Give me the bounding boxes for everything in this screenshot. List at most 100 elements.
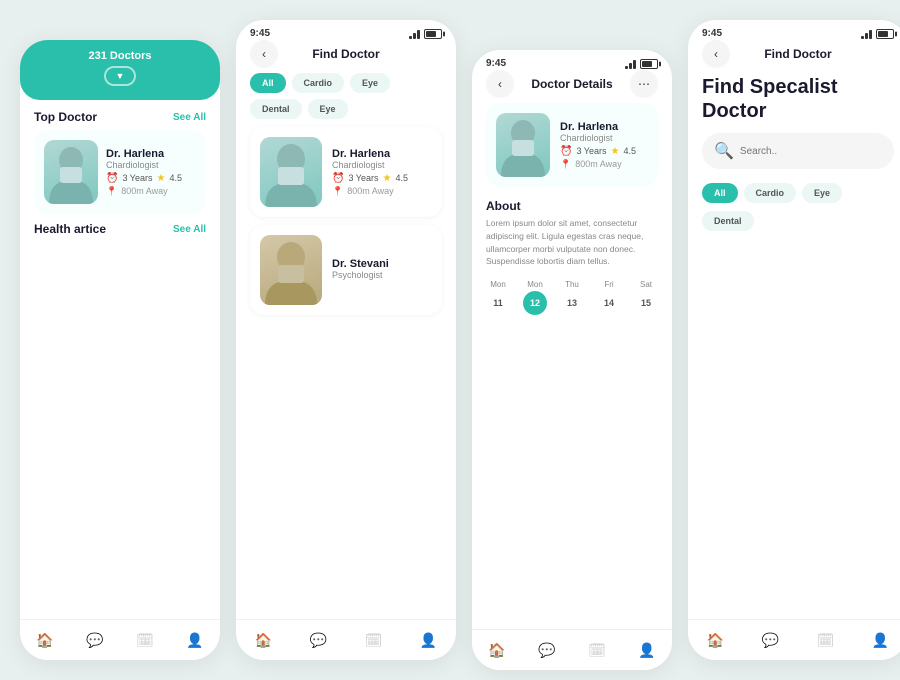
nav-chat-3[interactable]: 💬	[537, 640, 557, 660]
screen-find-specialist: 9:45 ‹ Find Doctor Find Specalist Doctor…	[688, 20, 900, 660]
location-icon-3: 📍	[560, 159, 571, 170]
search-bar-4[interactable]: 🔍	[702, 133, 894, 169]
search-input-4[interactable]	[740, 146, 882, 157]
nav-profile-4[interactable]: 👤	[871, 630, 891, 650]
nav-calendar-2[interactable]: 🗓	[364, 630, 384, 650]
status-icons-4	[861, 29, 894, 39]
doctor-meta-1: ⏰ 3 Years ★ 4.5	[106, 173, 182, 184]
doc-list-item-2[interactable]: Dr. Stevani Psychologist	[250, 225, 442, 315]
cal-day-label-thu13: Thu	[565, 280, 579, 289]
nav-home-2[interactable]: 🏠	[254, 630, 274, 650]
doctor-spec-1: Chardiologist	[106, 160, 182, 170]
cal-day-label-mon12: Mon	[527, 280, 543, 289]
chip-cardio-4[interactable]: Cardio	[744, 183, 797, 203]
nav-header-4: ‹ Find Doctor	[688, 43, 900, 69]
nav-home-4[interactable]: 🏠	[706, 630, 726, 650]
chip-all-4[interactable]: All	[702, 183, 738, 203]
back-button-2[interactable]: ‹	[250, 40, 278, 68]
cal-date-12: 12	[523, 291, 547, 315]
bottom-nav-3: 🏠 💬 🗓 👤	[472, 629, 672, 670]
doc-name-list-2: Dr. Stevani	[332, 258, 389, 270]
battery-icon-4	[876, 29, 894, 39]
back-button-4[interactable]: ‹	[702, 40, 730, 68]
top-doctor-header: Top Doctor See All	[20, 100, 220, 130]
about-section-3: About Lorem ipsum dolor sit amet, consec…	[472, 195, 672, 274]
doctor-spec-3: Chardiologist	[560, 133, 636, 143]
doc-list-item-1[interactable]: Dr. Harlena Chardiologist ⏰ 3 Years ★ 4.…	[250, 127, 442, 217]
doctor-avatar-1	[44, 140, 98, 204]
doctor-info-1: Dr. Harlena Chardiologist ⏰ 3 Years ★ 4.…	[106, 148, 182, 197]
nav-title-4: Find Doctor	[764, 47, 831, 61]
filter-chips-2: All Cardio Eye Dental Eye	[236, 69, 456, 123]
cal-day-thu13[interactable]: Thu 13	[560, 280, 584, 315]
about-text-3: Lorem ipsum dolor sit amet, consectetur …	[486, 217, 658, 268]
chip-all-2[interactable]: All	[250, 73, 286, 93]
nav-chat-4[interactable]: 💬	[761, 630, 781, 650]
status-icons-3	[625, 59, 658, 69]
cal-day-sat15[interactable]: Sat 15	[634, 280, 658, 315]
cal-date-13: 13	[560, 291, 584, 315]
chip-dental-2[interactable]: Dental	[250, 99, 302, 119]
chip-eye2-2[interactable]: Eye	[308, 99, 348, 119]
doctor-profile-3: Dr. Harlena Chardiologist ⏰ 3 Years ★ 4.…	[486, 103, 658, 187]
cal-day-mon12[interactable]: Mon 12	[523, 280, 547, 315]
doctor-location-1: 📍 800m Away	[106, 186, 182, 197]
doc-spec-list-2: Psychologist	[332, 270, 389, 280]
nav-header-2: ‹ Find Doctor	[236, 43, 456, 69]
screen-top-doctor: 231 Doctors ▼ Top Doctor See All Dr. Har…	[20, 40, 220, 660]
star-3: ★	[610, 146, 619, 157]
doctor-rating-1: 4.5	[169, 173, 182, 183]
big-title-4: Find Specalist Doctor	[688, 69, 900, 133]
signal-icon-3	[625, 59, 636, 69]
nav-calendar-4[interactable]: 🗓	[816, 630, 836, 650]
doc-meta-list-1: ⏰ 3 Years ★ 4.5	[332, 173, 408, 184]
cal-date-14: 14	[597, 291, 621, 315]
chip-eye-4[interactable]: Eye	[802, 183, 842, 203]
nav-home-3[interactable]: 🏠	[487, 640, 507, 660]
time-3: 9:45	[486, 58, 506, 69]
doc-avatar-list-2	[260, 235, 322, 305]
nav-profile-1[interactable]: 👤	[185, 630, 205, 650]
top-doctor-title: Top Doctor	[34, 110, 97, 124]
doc-spec-list-1: Chardiologist	[332, 160, 408, 170]
nav-chat-1[interactable]: 💬	[85, 630, 105, 650]
clock-icon-list-1: ⏰	[332, 173, 344, 184]
nav-profile-3[interactable]: 👤	[637, 640, 657, 660]
nav-home-1[interactable]: 🏠	[35, 630, 55, 650]
more-button-3[interactable]: ⋯	[630, 70, 658, 98]
health-header: Health artice See All	[20, 214, 220, 240]
chip-dental-4[interactable]: Dental	[702, 211, 754, 231]
doctor-card-1[interactable]: Dr. Harlena Chardiologist ⏰ 3 Years ★ 4.…	[34, 130, 206, 214]
doctor-avatar-3	[496, 113, 550, 177]
cal-date-15: 15	[634, 291, 658, 315]
cal-day-mon11[interactable]: Mon 11	[486, 280, 510, 315]
cal-day-label-fri14: Fri	[604, 280, 613, 289]
clock-icon: ⏰	[106, 173, 118, 184]
back-button-3[interactable]: ‹	[486, 70, 514, 98]
location-icon-1: 📍	[106, 186, 117, 197]
cal-date-11: 11	[486, 291, 510, 315]
time-4: 9:45	[702, 28, 722, 39]
nav-profile-2[interactable]: 👤	[419, 630, 439, 650]
screen-find-doctor: 9:45 ‹ Find Doctor All Cardio Eye Dental…	[236, 20, 456, 660]
nav-calendar-1[interactable]: 🗓	[135, 630, 155, 650]
chevron-down-icon[interactable]: ▼	[104, 66, 137, 86]
see-all-health[interactable]: See All	[173, 224, 206, 235]
cal-day-label-sat15: Sat	[640, 280, 652, 289]
nav-title-2: Find Doctor	[312, 47, 379, 61]
screen-doctor-details: 9:45 ‹ Doctor Details ⋯	[472, 50, 672, 670]
signal-icon-4	[861, 29, 872, 39]
doctor-name-1: Dr. Harlena	[106, 148, 182, 160]
doctor-count: 231 Doctors	[34, 50, 206, 62]
doctors-list-2: Dr. Harlena Chardiologist ⏰ 3 Years ★ 4.…	[236, 123, 456, 327]
nav-chat-2[interactable]: 💬	[309, 630, 329, 650]
chip-eye-2[interactable]: Eye	[350, 73, 390, 93]
nav-calendar-3[interactable]: 🗓	[587, 640, 607, 660]
nav-header-3: ‹ Doctor Details ⋯	[472, 73, 672, 99]
filter-chips-row2-4: Dental	[688, 209, 900, 237]
filter-chips-4: All Cardio Eye	[688, 179, 900, 209]
see-all-top-doctor[interactable]: See All	[173, 112, 206, 123]
cal-day-fri14[interactable]: Fri 14	[597, 280, 621, 315]
chip-cardio-2[interactable]: Cardio	[292, 73, 345, 93]
doctor-location-3: 📍 800m Away	[560, 159, 636, 170]
